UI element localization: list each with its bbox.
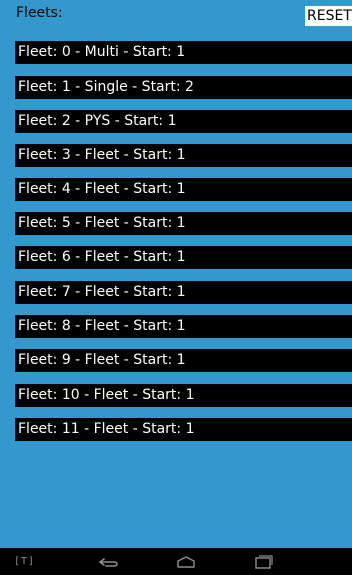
fleet-row-3[interactable]: Fleet: 3 - Fleet - Start: 1 [15, 144, 352, 167]
fleet-row-5[interactable]: Fleet: 5 - Fleet - Start: 1 [15, 212, 352, 235]
fleet-row-11[interactable]: Fleet: 11 - Fleet - Start: 1 [15, 418, 352, 441]
home-icon[interactable] [172, 548, 200, 575]
fleet-row-2[interactable]: Fleet: 2 - PYS - Start: 1 [15, 110, 352, 133]
fleet-row-0[interactable]: Fleet: 0 - Multi - Start: 1 [15, 41, 352, 64]
fleet-row-6[interactable]: Fleet: 6 - Fleet - Start: 1 [15, 246, 352, 269]
fleet-row-8[interactable]: Fleet: 8 - Fleet - Start: 1 [15, 315, 352, 338]
fleet-row-4[interactable]: Fleet: 4 - Fleet - Start: 1 [15, 178, 352, 201]
fleet-row-10[interactable]: Fleet: 10 - Fleet - Start: 1 [15, 384, 352, 407]
fleet-row-9[interactable]: Fleet: 9 - Fleet - Start: 1 [15, 349, 352, 372]
recent-apps-icon[interactable] [250, 548, 278, 575]
page-title: Fleets: [16, 5, 63, 21]
back-icon[interactable] [98, 548, 126, 575]
fleet-row-7[interactable]: Fleet: 7 - Fleet - Start: 1 [15, 281, 352, 304]
t-indicator[interactable]: [T] [14, 548, 35, 575]
reset-button[interactable]: RESET [305, 6, 352, 26]
fleet-row-1[interactable]: Fleet: 1 - Single - Start: 2 [15, 76, 352, 99]
header-bar: Fleets: RESET [0, 0, 352, 30]
system-navigation-bar: [T] [0, 548, 352, 575]
